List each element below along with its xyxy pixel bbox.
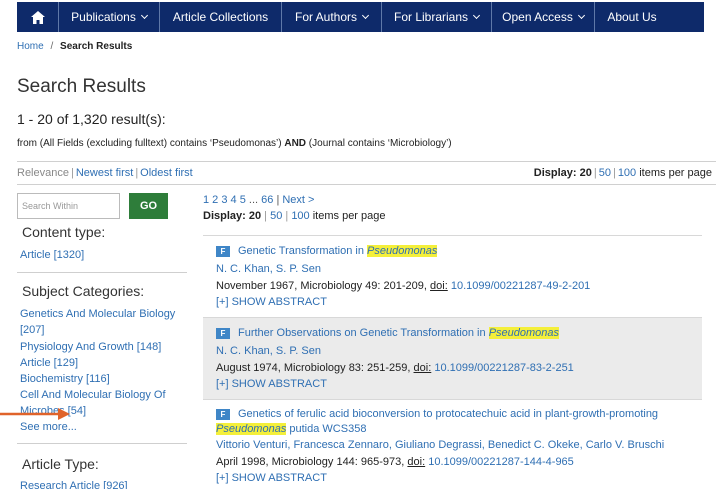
facet-article-category[interactable]: Article [129] xyxy=(20,357,78,369)
free-badge: F xyxy=(216,327,230,339)
nav-for-authors[interactable]: For Authors xyxy=(282,2,382,32)
nav-home-button[interactable] xyxy=(17,2,59,32)
sort-oldest[interactable]: Oldest first xyxy=(140,167,193,179)
result-count: 1 - 20 of 1,320 result(s): xyxy=(17,111,166,127)
home-icon xyxy=(30,10,45,24)
page-title: Search Results xyxy=(17,76,146,97)
subject-categories-heading: Subject Categories: xyxy=(22,283,145,299)
result-item: F Genetics of ferulic acid bioconversion … xyxy=(203,399,702,489)
show-abstract-link[interactable]: [+] SHOW ABSTRACT xyxy=(216,296,327,308)
result-title-line-2[interactable]: Pseudomonas putida WCS358 xyxy=(216,423,366,435)
facet-genetics[interactable]: Genetics And Molecular Biology xyxy=(20,308,175,320)
result-citation: April 1998, Microbiology 144: 965-973, d… xyxy=(216,456,574,468)
pager-next[interactable]: Next > xyxy=(282,194,314,206)
result-authors[interactable]: N. C. Khan, S. P. Sen xyxy=(216,263,321,275)
result-item: F Genetic Transformation in Pseudomonas N… xyxy=(203,235,702,317)
content-type-heading: Content type: xyxy=(22,224,106,240)
result-title[interactable]: F Genetics of ferulic acid bioconversion … xyxy=(216,408,658,420)
display-100[interactable]: 100 xyxy=(618,167,636,179)
nav-article-collections[interactable]: Article Collections xyxy=(160,2,282,32)
highlight: Pseudomonas xyxy=(216,423,287,435)
pager-ellipsis: ... xyxy=(248,194,259,206)
query-operator: AND xyxy=(284,138,307,149)
doi-link[interactable]: 10.1099/00221287-83-2-251 xyxy=(434,362,573,374)
annotation-arrow-icon xyxy=(0,408,70,420)
result-citation: August 1974, Microbiology 83: 251-259, d… xyxy=(216,362,574,374)
display-50[interactable]: 50 xyxy=(599,167,611,179)
result-item: F Further Observations on Genetic Transfo… xyxy=(203,317,702,399)
nav-publications[interactable]: Publications xyxy=(59,2,160,32)
display-current: Display: 20 xyxy=(533,167,592,179)
display-suffix: items per page xyxy=(639,167,712,179)
chevron-down-icon xyxy=(577,11,585,20)
display-small-current: Display: 20 xyxy=(203,210,262,222)
chevron-down-icon xyxy=(361,11,370,20)
free-badge: F xyxy=(216,245,230,257)
facet-genetics-count[interactable]: [207] xyxy=(20,324,44,336)
breadcrumb-current: Search Results xyxy=(60,41,133,52)
see-more-link[interactable]: See more... xyxy=(20,421,77,433)
pager-separator: | xyxy=(276,194,280,206)
result-citation: November 1967, Microbiology 49: 201-209,… xyxy=(216,280,591,292)
display-small-50[interactable]: 50 xyxy=(270,210,282,222)
facet-divider xyxy=(17,443,187,444)
highlight: Pseudomonas xyxy=(488,327,560,339)
pager-last[interactable]: 66 xyxy=(261,194,273,206)
display-per-page-small: Display: 20 | 50 | 100 items per page xyxy=(203,210,386,222)
doi-link[interactable]: 10.1099/00221287-144-4-965 xyxy=(428,456,574,468)
show-abstract-link[interactable]: [+] SHOW ABSTRACT xyxy=(216,472,327,484)
pager-pages[interactable]: 1 2 3 4 5 xyxy=(203,194,246,206)
result-authors[interactable]: N. C. Khan, S. P. Sen xyxy=(216,345,321,357)
facet-research-article[interactable]: Research Article [926] xyxy=(20,480,128,489)
doi-link[interactable]: 10.1099/00221287-49-2-201 xyxy=(451,280,590,292)
show-abstract-link[interactable]: [+] SHOW ABSTRACT xyxy=(216,378,327,390)
facet-article[interactable]: Article [1320] xyxy=(20,249,84,261)
query-summary: from (All Fields (excluding fulltext) co… xyxy=(17,138,452,149)
result-title[interactable]: F Further Observations on Genetic Transfo… xyxy=(216,327,560,339)
breadcrumb-separator: / xyxy=(50,41,54,52)
chevron-down-icon xyxy=(472,11,481,20)
facet-physiology[interactable]: Physiology And Growth [148] xyxy=(20,341,161,353)
query-part-1: from (All Fields (excluding fulltext) co… xyxy=(17,138,282,149)
highlight: Pseudomonas xyxy=(367,245,438,257)
nav-for-librarians[interactable]: For Librarians xyxy=(382,2,492,32)
display-small-100[interactable]: 100 xyxy=(291,210,309,222)
sort-relevance[interactable]: Relevance xyxy=(17,167,69,179)
nav-open-access[interactable]: Open Access xyxy=(492,2,595,32)
free-badge: F xyxy=(216,408,230,420)
result-title[interactable]: F Genetic Transformation in Pseudomonas xyxy=(216,245,438,257)
sort-newest[interactable]: Newest first xyxy=(76,167,133,179)
display-per-page: Display: 20 | 50 | 100 items per page xyxy=(533,167,712,179)
pager: 1 2 3 4 5 ... 66 | Next > xyxy=(203,194,314,206)
display-small-suffix: items per page xyxy=(312,210,386,222)
sort-bar: Relevance | Newest first | Oldest first Disp… xyxy=(17,161,716,185)
facet-divider xyxy=(17,272,187,273)
chevron-down-icon xyxy=(140,11,148,20)
breadcrumb-home[interactable]: Home xyxy=(17,41,44,52)
facet-biochemistry[interactable]: Biochemistry [116] xyxy=(20,373,110,385)
top-navbar: Publications Article Collections For Aut… xyxy=(17,2,704,32)
breadcrumb: Home / Search Results xyxy=(17,41,132,52)
go-button[interactable]: GO xyxy=(129,193,168,219)
nav-about-us[interactable]: About Us xyxy=(595,2,669,32)
facet-cell-molecular[interactable]: Cell And Molecular Biology Of xyxy=(20,389,166,401)
result-authors[interactable]: Vittorio Venturi, Francesca Zennaro, Giu… xyxy=(216,439,664,451)
sort-options: Relevance | Newest first | Oldest first xyxy=(17,167,193,179)
search-within-input[interactable]: Search Within xyxy=(17,193,120,219)
article-type-heading: Article Type: xyxy=(22,456,99,472)
query-part-2: (Journal contains ‘Microbiology’) xyxy=(308,138,452,149)
